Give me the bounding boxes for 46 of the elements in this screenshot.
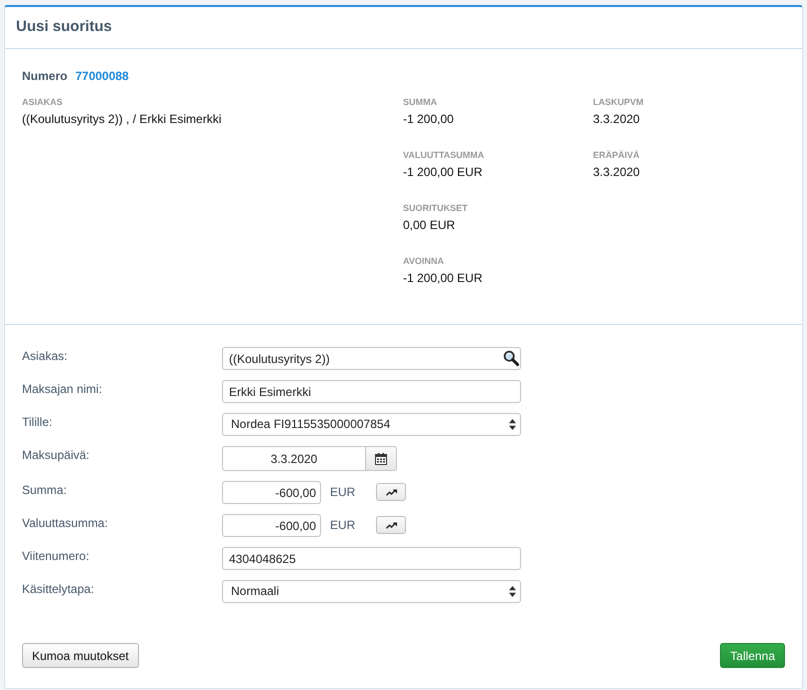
summary-label: AVOINNA — [403, 255, 445, 267]
summary-value: -1 200,00 — [403, 111, 455, 127]
field-label: Maksupäivä: — [22, 447, 90, 463]
trend-button[interactable] — [376, 483, 406, 501]
amount-field[interactable]: -600,00 — [222, 514, 321, 537]
summary-label: ERÄPÄIVÄ — [593, 149, 641, 161]
summary-label: SUMMA — [403, 96, 438, 108]
summary-value: ((Koulutusyritys 2)) , / Erkki Esimerkki — [22, 111, 222, 127]
panel-title: Uusi suoritus — [16, 18, 113, 36]
text-field[interactable]: Erkki Esimerkki — [222, 380, 521, 403]
currency-label: EUR — [330, 517, 356, 534]
search-icon — [503, 350, 519, 366]
dropdown-select[interactable]: Nordea FI9115535000007854 — [222, 413, 521, 436]
summary-label: VALUUTTASUMMA — [403, 149, 486, 161]
field-label: Summa: — [22, 482, 68, 498]
amount-field[interactable]: -600,00 — [222, 481, 321, 504]
lookup-field[interactable]: ((Koulutusyritys 2)) — [222, 347, 521, 370]
trend-button[interactable] — [376, 516, 406, 534]
undo-changes-button[interactable]: Kumoa muutokset — [22, 643, 139, 668]
summary-value: -1 200,00 EUR — [403, 164, 484, 180]
summary-value: 3.3.2020 — [593, 164, 641, 180]
dropdown-select[interactable]: Normaali — [222, 580, 521, 603]
summary-value: 0,00 EUR — [403, 217, 456, 233]
currency-label: EUR — [330, 484, 356, 501]
summary-value: -1 200,00 EUR — [403, 270, 484, 286]
summary-label: SUORITUKSET — [403, 202, 469, 214]
summary-value: 3.3.2020 — [593, 111, 641, 127]
save-button[interactable]: Tallenna — [720, 643, 785, 668]
up-down-arrows-icon — [509, 586, 516, 597]
calendar-button[interactable] — [366, 446, 397, 471]
field-label: Tilille: — [22, 414, 54, 430]
text-field[interactable]: 4304048625 — [222, 547, 521, 570]
invoice-number-link[interactable]: 77000088 — [75, 68, 129, 84]
field-label: Käsittelytapa: — [22, 581, 96, 597]
field-label: Maksajan nimi: — [22, 381, 104, 397]
trend-icon — [386, 488, 397, 496]
field-label: Viitenumero: — [22, 548, 90, 564]
calendar-icon — [375, 452, 387, 464]
number-label: Numero — [22, 68, 68, 84]
field-label: Asiakas: — [22, 348, 68, 364]
summary-label: LASKUPVM — [593, 96, 645, 108]
trend-icon — [386, 522, 397, 528]
summary-label: ASIAKAS — [22, 96, 64, 108]
up-down-arrows-icon — [509, 419, 516, 430]
field-label: Valuuttasumma: — [22, 515, 109, 531]
date-field[interactable]: 3.3.2020 — [222, 446, 366, 471]
